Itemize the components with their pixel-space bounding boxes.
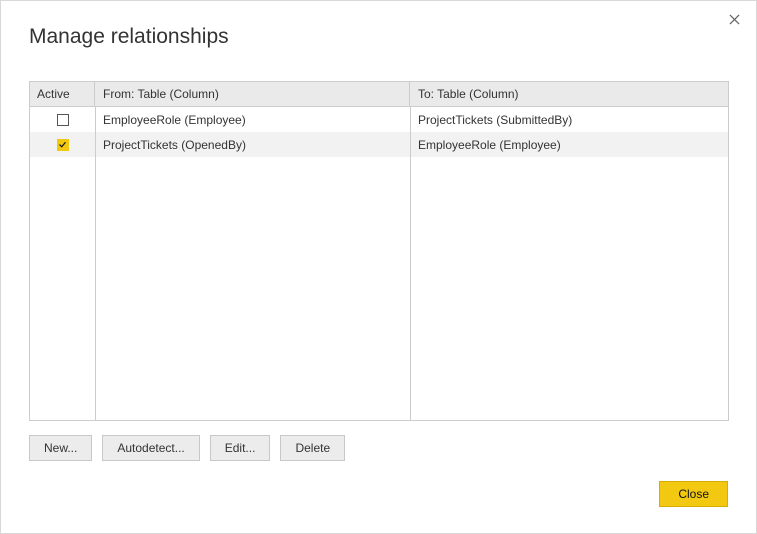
close-button[interactable]: Close	[659, 481, 728, 507]
autodetect-button[interactable]: Autodetect...	[102, 435, 199, 461]
table-header: Active From: Table (Column) To: Table (C…	[30, 82, 728, 107]
delete-button[interactable]: Delete	[280, 435, 345, 461]
header-from: From: Table (Column)	[95, 82, 410, 106]
table-body: EmployeeRole (Employee) ProjectTickets (…	[30, 107, 728, 420]
new-button[interactable]: New...	[29, 435, 92, 461]
cell-from: EmployeeRole (Employee)	[95, 107, 410, 132]
table-row[interactable]: ProjectTickets (OpenedBy) EmployeeRole (…	[30, 132, 728, 157]
cell-from: ProjectTickets (OpenedBy)	[95, 132, 410, 157]
column-divider	[410, 107, 411, 420]
manage-relationships-dialog: Manage relationships Active From: Table …	[0, 0, 757, 534]
header-to: To: Table (Column)	[410, 82, 728, 106]
table-row[interactable]: EmployeeRole (Employee) ProjectTickets (…	[30, 107, 728, 132]
relationships-table: Active From: Table (Column) To: Table (C…	[29, 81, 729, 421]
active-checkbox[interactable]	[57, 139, 69, 151]
action-buttons: New... Autodetect... Edit... Delete	[29, 435, 345, 461]
column-divider	[95, 107, 96, 420]
header-active: Active	[30, 82, 95, 106]
dialog-title: Manage relationships	[29, 25, 229, 49]
edit-button[interactable]: Edit...	[210, 435, 271, 461]
cell-to: EmployeeRole (Employee)	[410, 132, 728, 157]
close-icon[interactable]	[724, 9, 744, 29]
active-checkbox[interactable]	[57, 114, 69, 126]
cell-to: ProjectTickets (SubmittedBy)	[410, 107, 728, 132]
